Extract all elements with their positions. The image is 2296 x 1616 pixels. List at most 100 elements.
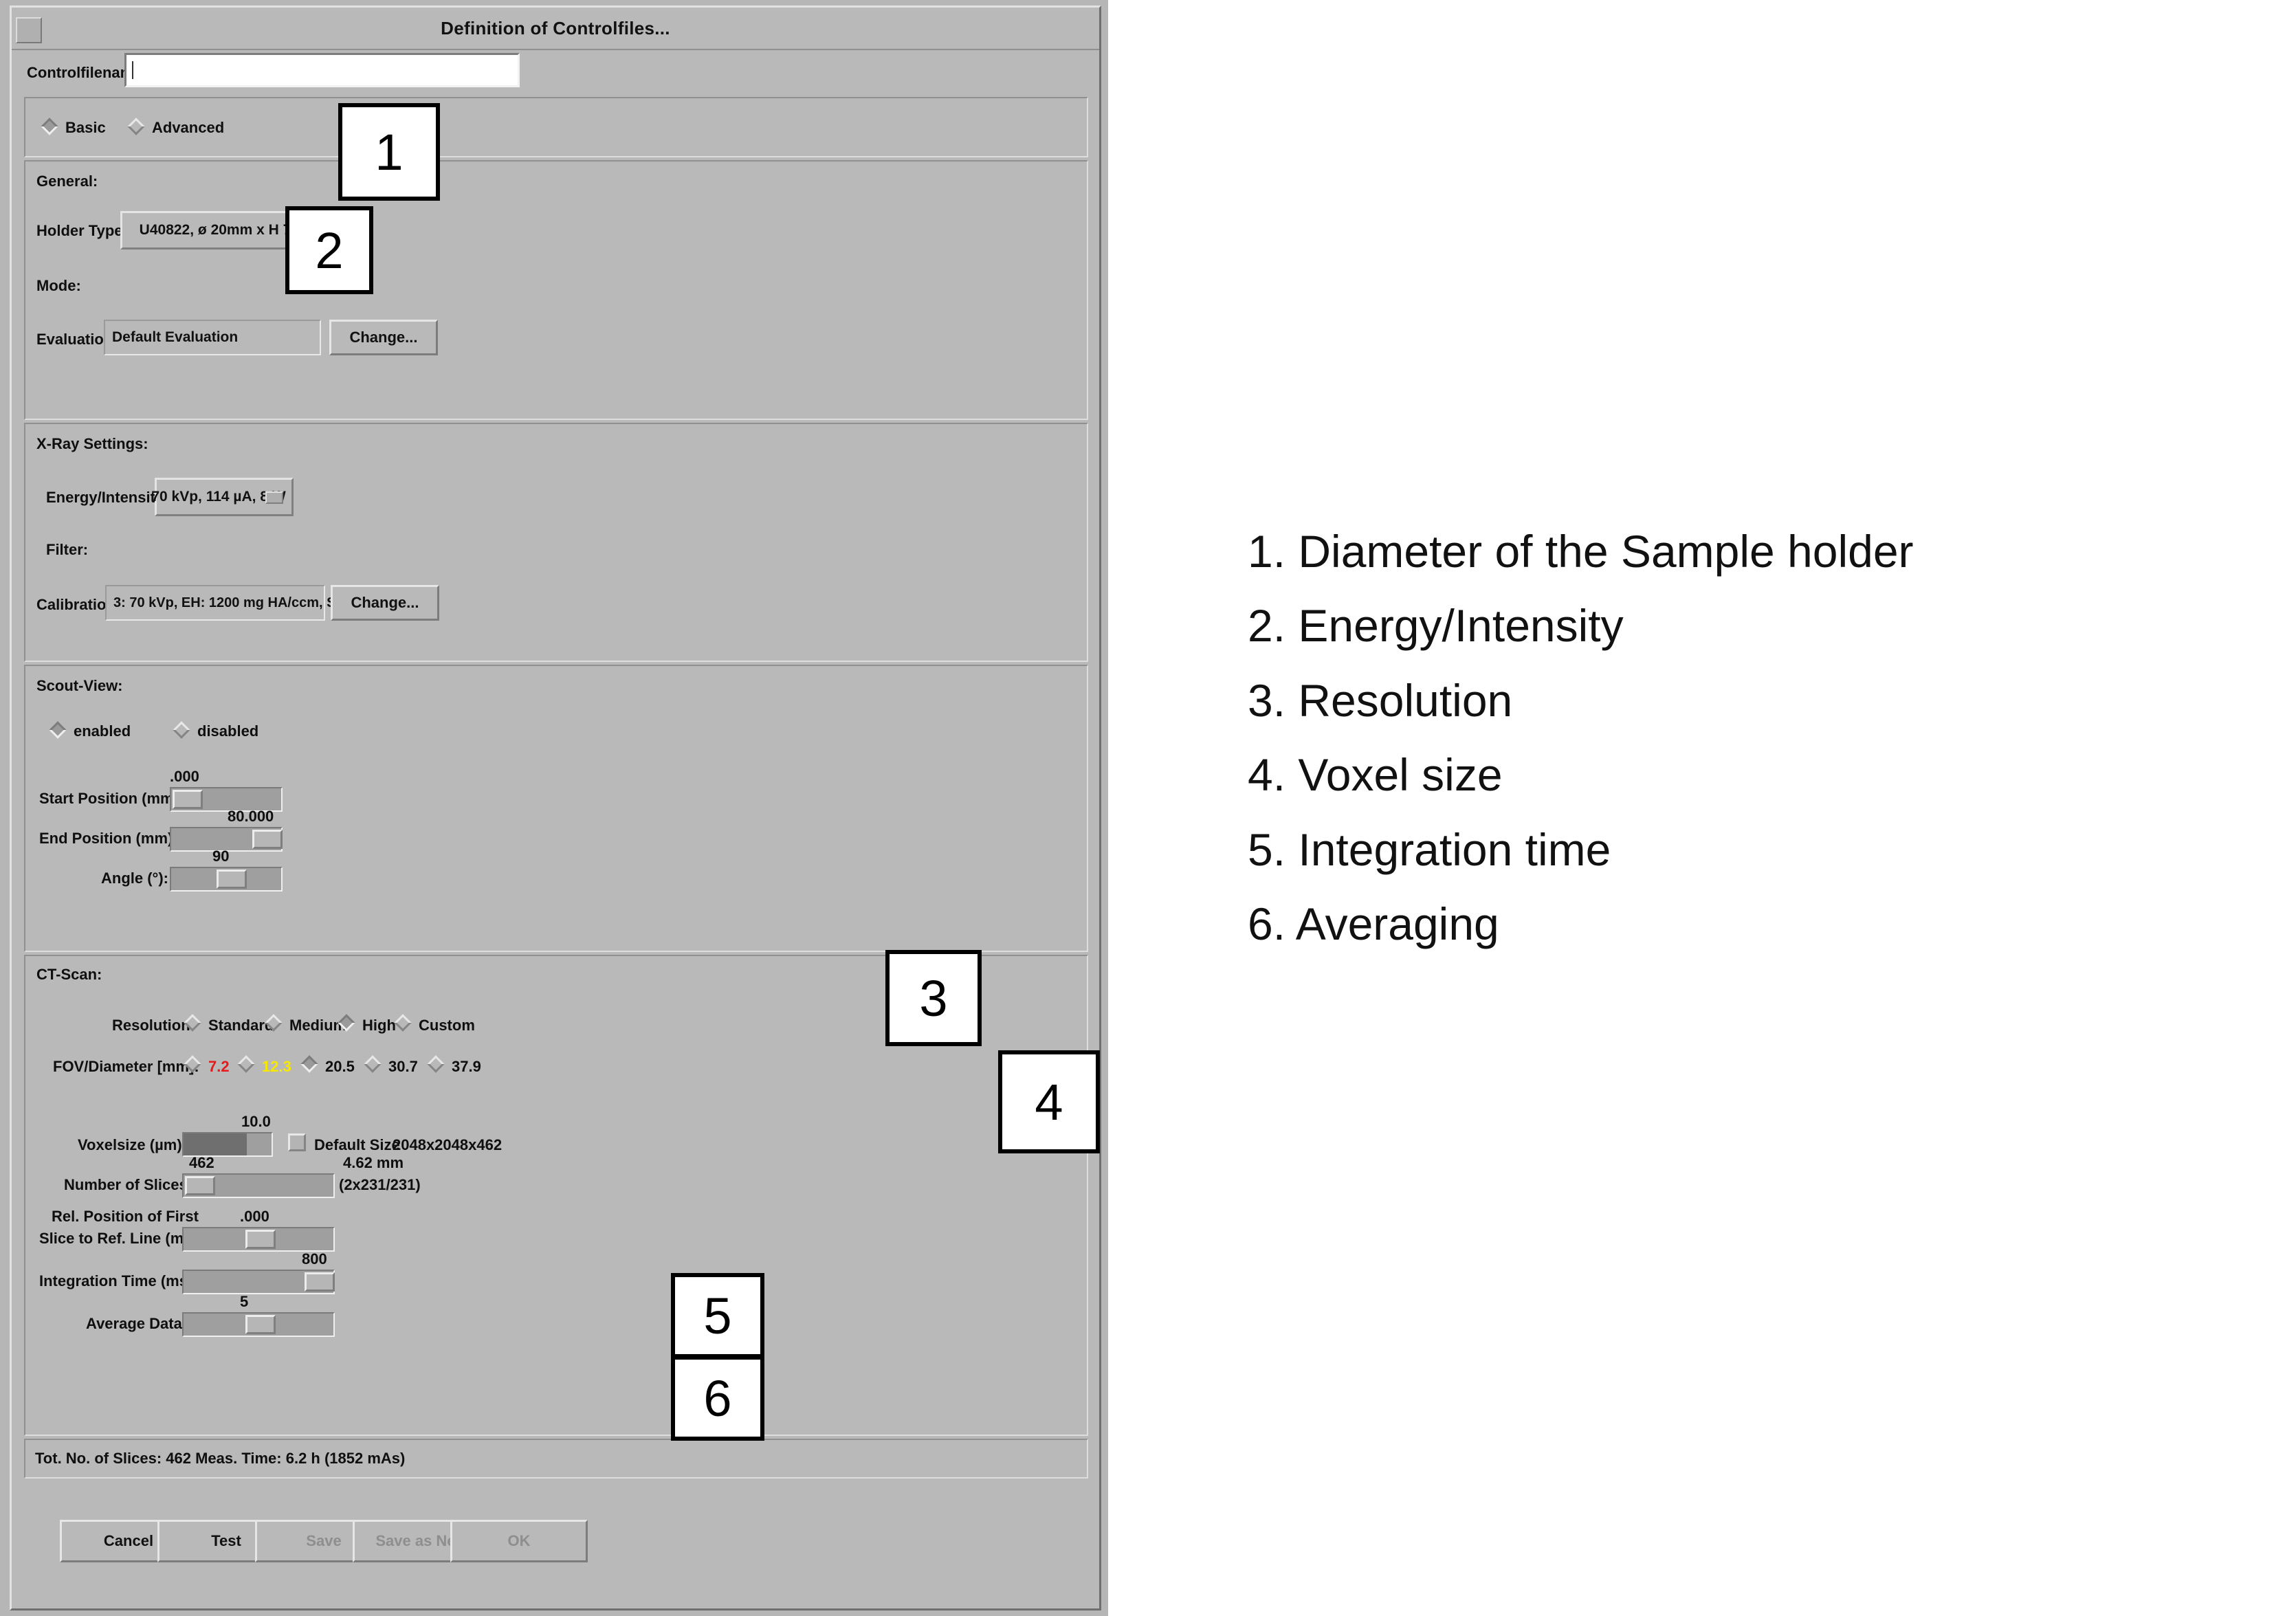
- radio-fov-37-9[interactable]: [427, 1055, 445, 1073]
- radio-fov-20-5-label: 20.5: [325, 1058, 355, 1075]
- text-caret: [132, 61, 133, 79]
- average-data-label: Average Data:: [86, 1315, 188, 1332]
- end-position-label: End Position (mm):: [39, 830, 178, 847]
- angle-label: Angle (°):: [101, 870, 169, 887]
- slider-thumb[interactable]: [245, 1315, 276, 1334]
- start-position-value: .000: [170, 768, 199, 785]
- rel-position-label-line1: Rel. Position of First: [52, 1208, 199, 1225]
- resolution-label: Resolution:: [112, 1017, 195, 1034]
- average-data-slider[interactable]: [182, 1312, 335, 1337]
- legend-item-4: 4. Voxel size: [1248, 749, 1503, 801]
- slider-thumb[interactable]: [305, 1272, 335, 1292]
- radio-resolution-high-label: High: [362, 1017, 396, 1034]
- title-bar: Definition of Controlfiles...: [12, 8, 1099, 50]
- callout-5: 5: [671, 1273, 764, 1358]
- radio-resolution-high[interactable]: [338, 1014, 355, 1032]
- radio-advanced-label: Advanced: [152, 119, 225, 136]
- radio-fov-7-2-label: 7.2: [208, 1058, 230, 1075]
- legend-list: 1. Diameter of the Sample holder 2. Ener…: [1248, 522, 2279, 970]
- slider-thumb[interactable]: [217, 870, 247, 889]
- radio-fov-30-7[interactable]: [364, 1055, 382, 1073]
- start-position-label: Start Position (mm):: [39, 790, 184, 807]
- number-of-slices-label: Number of Slices:: [64, 1176, 193, 1193]
- radio-scout-enabled-label: enabled: [74, 722, 131, 740]
- radio-scout-disabled-label: disabled: [197, 722, 259, 740]
- radio-resolution-medium[interactable]: [265, 1014, 283, 1032]
- general-group-label: General:: [36, 173, 98, 190]
- radio-fov-12-3[interactable]: [237, 1055, 255, 1073]
- callout-2: 2: [285, 206, 373, 294]
- number-of-slices-value: 462: [189, 1154, 214, 1171]
- legend-item-6: 6. Averaging: [1248, 898, 1499, 950]
- scout-view-panel: Scout-View: enabled disabled Start Posit…: [24, 665, 1088, 952]
- energy-intensity-label: Energy/Intensity:: [46, 489, 169, 506]
- evaluation-change-button[interactable]: Change...: [329, 320, 438, 355]
- ct-scan-group-label: CT-Scan:: [36, 966, 102, 983]
- mode-group-label: Mode:: [36, 277, 81, 294]
- slider-thumb[interactable]: [252, 830, 283, 849]
- integration-time-value: 800: [302, 1250, 327, 1268]
- radio-scout-disabled[interactable]: [173, 721, 190, 739]
- controlfilename-input[interactable]: [124, 53, 520, 87]
- xray-settings-panel: X-Ray Settings: Energy/Intensity: 70 kVp…: [24, 423, 1088, 662]
- definition-of-controlfiles-dialog: Definition of Controlfiles... Controlfil…: [0, 0, 1108, 1616]
- evaluation-field[interactable]: Default Evaluation: [104, 320, 321, 355]
- mode-select-panel: Basic Advanced: [24, 97, 1088, 157]
- voxelsize-slider[interactable]: [182, 1132, 273, 1157]
- radio-resolution-custom[interactable]: [394, 1014, 412, 1032]
- integration-time-slider[interactable]: [182, 1270, 335, 1294]
- system-menu-button[interactable]: [16, 17, 42, 43]
- slider-thumb[interactable]: [245, 1230, 276, 1249]
- radio-fov-7-2[interactable]: [184, 1055, 201, 1073]
- radio-fov-37-9-label: 37.9: [452, 1058, 481, 1075]
- energy-intensity-dropdown[interactable]: 70 kVp, 114 µA, 8 W: [151, 478, 294, 516]
- callout-3: 3: [885, 950, 982, 1046]
- voxelsize-value: 10.0: [241, 1113, 271, 1130]
- rel-position-slider[interactable]: [182, 1227, 335, 1252]
- radio-fov-20-5[interactable]: [300, 1055, 318, 1073]
- slices-length-mm: 4.62 mm: [343, 1154, 404, 1171]
- callout-1: 1: [338, 103, 440, 201]
- scout-view-group-label: Scout-View:: [36, 677, 123, 694]
- legend-item-2: 2. Energy/Intensity: [1248, 600, 1624, 652]
- fov-diameter-label: FOV/Diameter [mm]:: [53, 1058, 199, 1075]
- xray-group-label: X-Ray Settings:: [36, 435, 148, 452]
- default-size-checkbox[interactable]: [288, 1133, 306, 1151]
- integration-time-label: Integration Time (ms):: [39, 1272, 198, 1290]
- slider-thumb[interactable]: [173, 790, 203, 809]
- ok-button[interactable]: OK: [450, 1520, 588, 1562]
- chevron-down-icon: [265, 491, 283, 504]
- angle-value: 90: [212, 848, 230, 865]
- number-of-slices-slider[interactable]: [182, 1173, 335, 1198]
- legend-item-5: 5. Integration time: [1248, 823, 1611, 875]
- average-data-value: 5: [240, 1293, 249, 1310]
- radio-basic[interactable]: [41, 118, 58, 135]
- radio-fov-12-3-label: 12.3: [262, 1058, 291, 1075]
- radio-advanced[interactable]: [127, 118, 145, 135]
- default-size-label: Default Size: [314, 1136, 400, 1153]
- voxel-dimensions-text: 2048x2048x462: [393, 1136, 503, 1153]
- window-title: Definition of Controlfiles...: [441, 17, 670, 38]
- general-panel: General: Holder Type: U40822, ø 20mm x H…: [24, 160, 1088, 420]
- radio-resolution-custom-label: Custom: [419, 1017, 475, 1034]
- slices-detail: (2x231/231): [339, 1176, 421, 1193]
- slider-fill: [184, 1133, 247, 1155]
- status-bar: Tot. No. of Slices: 462 Meas. Time: 6.2 …: [24, 1439, 1088, 1479]
- calibration-change-button[interactable]: Change...: [331, 585, 439, 621]
- radio-resolution-standard[interactable]: [184, 1014, 201, 1032]
- end-position-value: 80.000: [228, 808, 274, 825]
- voxelsize-label: Voxelsize (µm):: [78, 1136, 187, 1153]
- radio-fov-30-7-label: 30.7: [388, 1058, 418, 1075]
- callout-6: 6: [671, 1355, 764, 1441]
- calibration-field[interactable]: 3: 70 kVp, EH: 1200 mg HA/ccm, Scaling: [105, 585, 375, 621]
- angle-slider[interactable]: [170, 867, 283, 892]
- callout-4: 4: [998, 1050, 1100, 1153]
- slider-thumb[interactable]: [185, 1176, 215, 1195]
- holder-type-label: Holder Type:: [36, 222, 128, 239]
- evaluation-value: Default Evaluation: [112, 329, 239, 345]
- filter-group-label: Filter:: [46, 541, 89, 558]
- dialog-window-frame: Definition of Controlfiles... Controlfil…: [10, 5, 1101, 1611]
- legend-item-1: 1. Diameter of the Sample holder: [1248, 526, 1914, 577]
- rel-position-value: .000: [240, 1208, 269, 1225]
- radio-scout-enabled[interactable]: [49, 721, 67, 739]
